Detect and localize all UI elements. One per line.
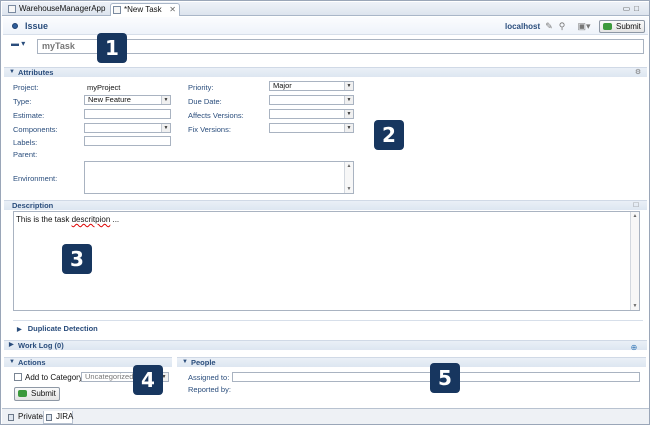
type-select[interactable]: New Feature ▼ (84, 95, 171, 105)
add-to-category-label: Add to Category (25, 373, 83, 382)
chevron-right-icon: ▶ (17, 327, 22, 333)
environment-label: Environment: (13, 174, 58, 183)
tab-label: WarehouseManagerApp (19, 4, 106, 13)
environment-textarea[interactable]: ▲ ▼ (84, 161, 354, 194)
due-date-select[interactable]: ▼ (269, 95, 354, 105)
priority-select[interactable]: Major ▼ (269, 81, 354, 91)
priority-label: Priority: (188, 83, 214, 92)
parent-label: Parent: (13, 150, 38, 159)
tab-warehouse-manager-app[interactable]: WarehouseManagerApp (6, 3, 106, 16)
description-section-header[interactable]: Description (4, 200, 647, 210)
description-text: This is the task descritpion ... (16, 215, 120, 224)
divider (13, 320, 643, 321)
actions-submit-button[interactable]: Submit (14, 387, 60, 401)
project-value: myProject (87, 83, 121, 92)
chevron-right-icon: ▶ (9, 342, 14, 348)
task-icon (113, 6, 121, 14)
callout-badge-4: 4 (133, 365, 163, 395)
page-icon (46, 414, 52, 421)
chevron-down-icon: ▼ (344, 96, 353, 104)
estimate-label: Estimate: (13, 111, 45, 120)
project-label: Project: (13, 83, 39, 92)
project-icon (8, 5, 16, 13)
callout-badge-3: 3 (62, 244, 92, 274)
due-date-label: Due Date: (188, 97, 222, 106)
scroll-up-icon[interactable]: ▲ (631, 213, 639, 219)
estimate-field[interactable] (84, 109, 171, 119)
type-label: Type: (13, 97, 32, 106)
description-scrollbar[interactable]: ▲ ▼ (630, 212, 639, 310)
tab-jira[interactable]: JIRA (43, 411, 73, 424)
callout-badge-5: 5 (430, 363, 460, 393)
search-icon[interactable]: ⚲ (557, 21, 567, 31)
add-to-category-checkbox[interactable] (14, 373, 22, 381)
open-with-browser-icon[interactable]: ▣▾ (575, 21, 593, 31)
close-icon[interactable]: ✕ (169, 4, 176, 16)
repository-host: localhost (505, 22, 541, 31)
reported-by-label: Reported by: (188, 385, 231, 394)
submit-icon (18, 390, 27, 397)
bottom-tab-bar: Private JIRA (2, 408, 649, 424)
affects-versions-select[interactable]: ▼ (269, 109, 354, 119)
chevron-down-icon: ▼ (344, 110, 353, 118)
misspelled-word: descritpion (71, 215, 111, 224)
labels-label: Labels: (13, 138, 38, 147)
page-title: Issue (25, 21, 49, 31)
chevron-down-icon: ▼ (182, 359, 188, 365)
add-work-log-icon[interactable]: ⊕ (629, 343, 639, 353)
components-select[interactable]: ▼ (84, 123, 171, 133)
maximize-icon[interactable]: □ (631, 200, 641, 210)
editor-window: WarehouseManagerApp *New Task ✕ ▭□ Issue… (0, 0, 650, 425)
summary-input[interactable]: myTask (37, 39, 644, 54)
scroll-up-icon[interactable]: ▲ (345, 163, 353, 169)
attributes-tool-icon[interactable]: ⚙ (633, 68, 643, 78)
submit-icon (603, 23, 612, 30)
labels-field[interactable] (84, 136, 171, 146)
chevron-down-icon: ▼ (344, 82, 353, 90)
tab-private[interactable]: Private (6, 411, 43, 424)
tab-label: *New Task (124, 5, 162, 14)
page-icon (8, 414, 14, 421)
fix-versions-select[interactable]: ▼ (269, 123, 354, 133)
duplicate-detection-toggle[interactable]: ▶ Duplicate Detection (17, 324, 98, 333)
work-log-section-header[interactable]: ▶ Work Log (0) (4, 340, 647, 350)
description-textarea[interactable]: ▲ ▼ (13, 211, 640, 311)
fix-versions-label: Fix Versions: (188, 125, 231, 134)
affects-versions-label: Affects Versions: (188, 111, 244, 120)
scroll-down-icon[interactable]: ▼ (631, 303, 639, 309)
window-controls: ▭□ (623, 4, 643, 13)
chevron-down-icon: ▼ (344, 124, 353, 132)
environment-scrollbar[interactable]: ▲ ▼ (344, 162, 353, 193)
editor-tab-bar: WarehouseManagerApp *New Task ✕ ▭□ (2, 2, 649, 16)
callout-badge-2: 2 (374, 120, 404, 150)
minimize-icon[interactable]: ▭ (623, 4, 635, 13)
issue-icon (12, 23, 18, 29)
scroll-down-icon[interactable]: ▼ (345, 186, 353, 192)
tab-new-task[interactable]: *New Task ✕ (110, 3, 180, 16)
people-section-header[interactable]: ▼ People (177, 357, 646, 367)
chevron-down-icon: ▼ (161, 124, 170, 132)
maximize-icon[interactable]: □ (634, 4, 643, 13)
edit-icon[interactable]: ✎ (544, 21, 554, 31)
attributes-section-header[interactable]: ▼ Attributes (4, 67, 647, 77)
chevron-down-icon: ▼ (9, 359, 15, 365)
chevron-down-icon: ▼ (161, 96, 170, 104)
chevron-down-icon: ▼ (9, 69, 15, 75)
header-submit-button[interactable]: Submit (599, 20, 645, 33)
components-label: Components: (13, 125, 58, 134)
assigned-to-label: Assigned to: (188, 373, 230, 382)
callout-badge-1: 1 (97, 33, 127, 63)
priority-dropdown-icon[interactable]: ▬ ▾ (11, 39, 25, 48)
